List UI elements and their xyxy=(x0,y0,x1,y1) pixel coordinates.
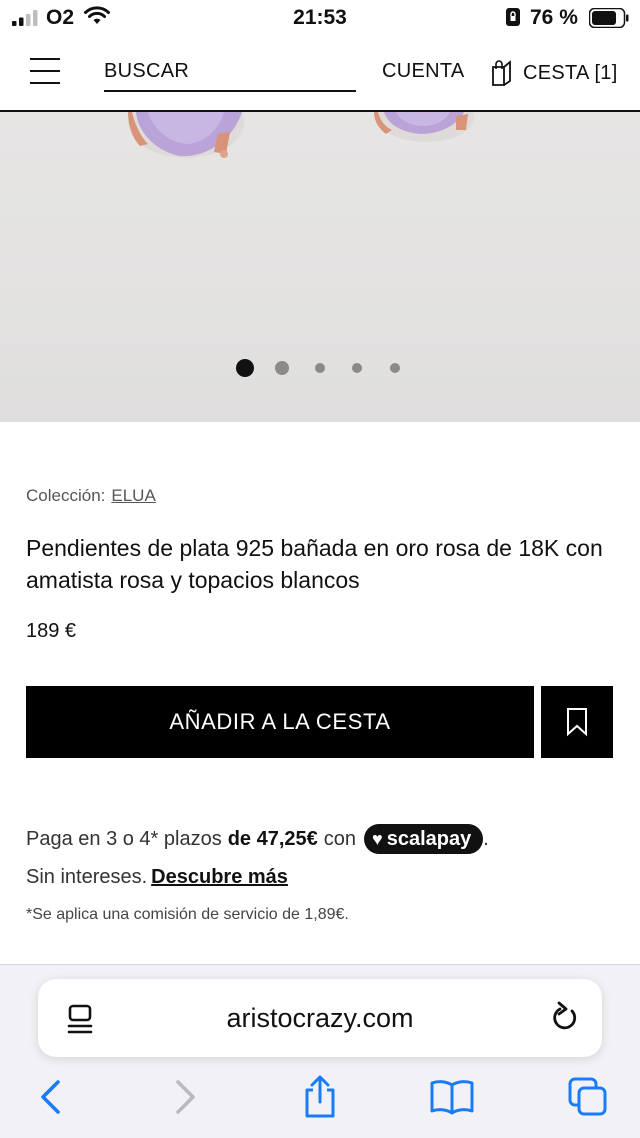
chevron-right-icon xyxy=(176,1080,195,1114)
search-input[interactable]: BUSCAR xyxy=(104,56,356,92)
carousel-dot[interactable] xyxy=(390,363,400,373)
open-book-icon xyxy=(430,1080,474,1115)
chevron-left-icon xyxy=(41,1080,60,1114)
reload-icon[interactable] xyxy=(550,1001,580,1035)
url-text: aristocrazy.com xyxy=(226,1003,414,1033)
scalapay-badge[interactable]: ♥ scalapay xyxy=(364,824,484,854)
installments-line: Paga en 3 o 4* plazos de 47,25€ con ♥ sca… xyxy=(26,824,489,854)
browser-toolbar: aristocrazy.com xyxy=(0,964,640,1138)
carousel-dot[interactable] xyxy=(275,361,289,375)
tabs-button[interactable] xyxy=(566,1075,610,1119)
installments-period: . xyxy=(483,827,489,850)
share-icon xyxy=(305,1075,335,1118)
product-image-carousel[interactable] xyxy=(0,112,640,422)
site-header: BUSCAR CUENTA CESTA [1] xyxy=(0,36,640,112)
orientation-lock-icon xyxy=(506,8,520,26)
collection-label: Colección: xyxy=(26,486,106,505)
status-bar: O2 21:53 76 % xyxy=(0,0,640,36)
earring-right-image xyxy=(374,112,474,142)
installments-prefix: Paga en 3 o 4* plazos xyxy=(26,827,222,850)
add-to-cart-button[interactable]: AÑADIR A LA CESTA xyxy=(26,686,534,758)
scalapay-label: scalapay xyxy=(386,827,472,850)
heart-icon: ♥ xyxy=(372,828,383,849)
carousel-pagination xyxy=(0,358,640,378)
hamburger-menu-icon[interactable] xyxy=(30,58,62,86)
discover-more-link[interactable]: Descubre más xyxy=(151,866,288,888)
address-bar[interactable]: aristocrazy.com xyxy=(38,979,602,1057)
product-title: Pendientes de plata 925 bañada en oro ro… xyxy=(26,535,603,593)
back-button[interactable] xyxy=(28,1075,72,1119)
carousel-dot[interactable] xyxy=(315,363,325,373)
tabs-icon xyxy=(568,1077,607,1116)
installment-amount: de 47,25€ xyxy=(227,827,318,850)
product-price: 189 € xyxy=(26,620,77,642)
collection-link[interactable]: ELUA xyxy=(111,486,155,505)
shopping-bag-icon xyxy=(492,60,511,86)
bookmark-button[interactable] xyxy=(541,686,613,758)
cart-label: CESTA [1] xyxy=(523,61,618,84)
bookmark-icon xyxy=(567,708,587,737)
installments-suffix: con xyxy=(323,827,357,850)
carousel-dot[interactable] xyxy=(236,359,254,377)
account-link[interactable]: CUENTA xyxy=(382,60,465,83)
interest-free-line: Sin intereses. Descubre más xyxy=(26,866,288,889)
carousel-dot[interactable] xyxy=(352,363,362,373)
forward-button[interactable] xyxy=(164,1075,208,1119)
collection-line: Colección: ELUA xyxy=(26,486,156,506)
interest-free-text: Sin intereses. xyxy=(26,866,148,888)
bookmarks-button[interactable] xyxy=(430,1075,474,1119)
battery-icon xyxy=(589,8,629,28)
battery-percentage: 76 % xyxy=(530,6,578,29)
cart-link[interactable]: CESTA [1] xyxy=(491,58,618,88)
share-button[interactable] xyxy=(298,1075,342,1119)
earring-left-image xyxy=(128,112,244,158)
service-fee-note: *Se aplica una comisión de servicio de 1… xyxy=(26,906,349,923)
